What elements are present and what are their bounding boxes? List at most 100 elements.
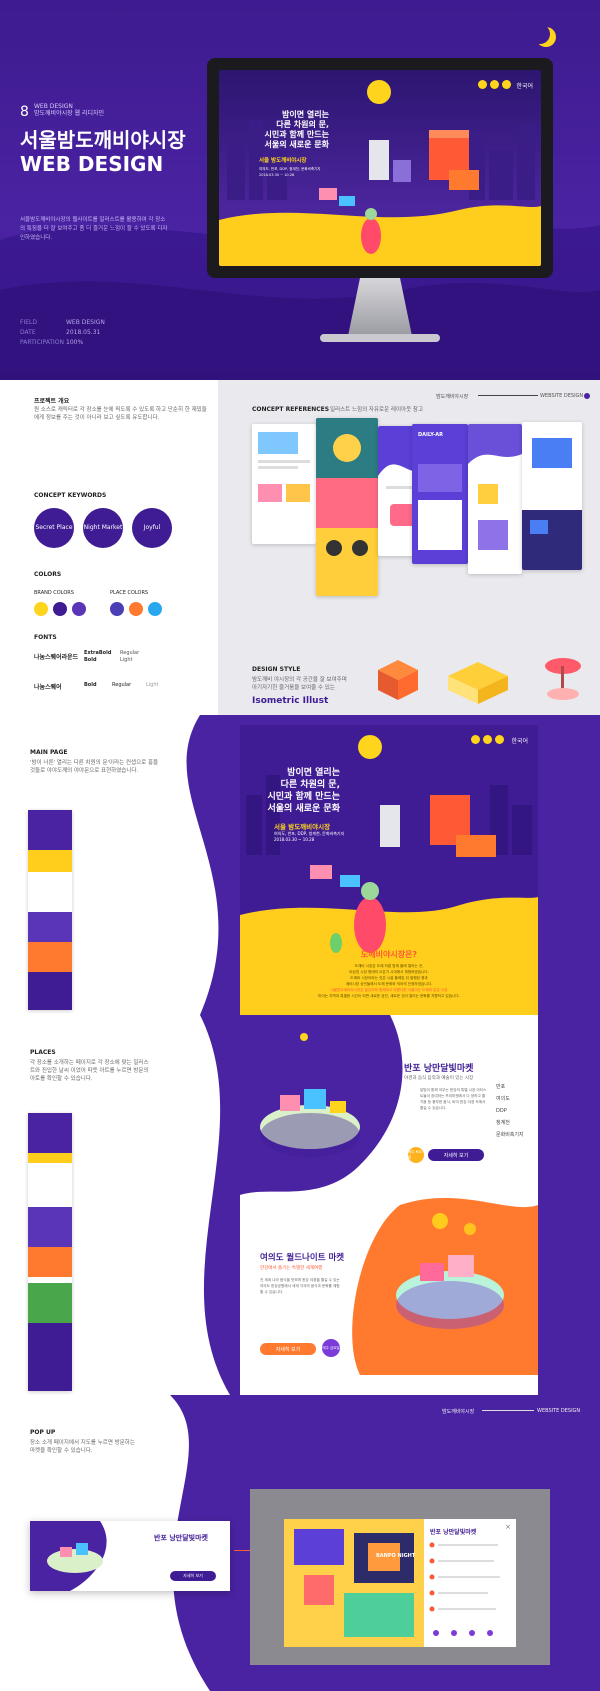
social-links xyxy=(478,80,511,89)
daily-ar-label: DAILY-AR xyxy=(418,432,443,438)
place2-title: 여의도 월드나이트 마켓 xyxy=(260,1253,345,1263)
places-illustration xyxy=(240,1015,538,1375)
place2-detail-button[interactable]: 자세히 보기 xyxy=(260,1343,316,1355)
monitor-stand-base xyxy=(320,334,440,342)
meta-field: FIELD WEB DESIGN xyxy=(20,318,105,328)
popup-text: 장소 소개 페이지에서 지도를 누르면 방문하는 마켓을 확인할 수 있습니다. xyxy=(30,1440,135,1454)
font2-bold: Bold xyxy=(84,682,97,688)
keyword-secret-place: Secret Place xyxy=(34,508,74,548)
twitter-icon[interactable] xyxy=(490,80,499,89)
brand-color-purple xyxy=(53,602,67,616)
main-headline: 밤이면 열리는 다른 차원의 문, 시민과 함께 만드는 서울의 새로운 문화 xyxy=(250,767,340,815)
keyword-night-market: Night Market xyxy=(83,508,123,548)
design-style-emphasis: Isometric Illust xyxy=(252,696,329,706)
screen-subtext: 여의도, 반포, DDP, 청계천, 문화비축기지 2018.03.30 ~ 1… xyxy=(259,166,320,178)
screen-headline: 밤이면 열리는 다른 차원의 문, 시민과 함께 만드는 서울의 새로운 문화 xyxy=(259,110,329,150)
header-divider xyxy=(478,395,538,396)
brand-color-yellow xyxy=(34,602,48,616)
place1-date-badge: 매주 토요일 xyxy=(408,1147,424,1163)
references-title: CONCEPT REFERENCES xyxy=(252,406,330,413)
place2-date-badge: 매주 금요일 xyxy=(322,1339,340,1357)
monitor-screen: 한국어 밤이면 열리는 다른 차원의 문, 시민과 함께 만드는 서울의 새로운… xyxy=(219,70,541,266)
popup-header-label: 밤도깨비야시장 xyxy=(442,1409,475,1415)
reference-thumb-6 xyxy=(522,422,582,570)
place1-detail-button[interactable]: 자세히 보기 xyxy=(428,1149,484,1161)
main-page-mockup: 한국어 밤이면 열리는 다른 차원의 문, 시민과 함께 만드는 서울의 새로운… xyxy=(240,725,538,1015)
concept-section: 프로젝트 개요 원 소스로 캐릭터로 각 장소를 눈에 띄도록 수 있도록 하고… xyxy=(0,380,600,715)
facebook-icon[interactable] xyxy=(502,80,511,89)
places-section: PLACES 각 장소를 소개하는 페이지로 각 장소에 맞는 일러스트와 진입… xyxy=(0,1015,600,1395)
headline-line: 서울의 새로운 문화 xyxy=(264,140,329,149)
facebook-icon[interactable] xyxy=(495,735,504,744)
tag-line-2: 밤도깨비야시장 웹 리디자인 xyxy=(34,110,105,117)
popup-header-divider xyxy=(482,1410,534,1411)
project-number: 8 xyxy=(20,104,29,120)
place-menu-item[interactable]: DDP xyxy=(496,1105,524,1117)
font2-regular: Regular xyxy=(112,682,132,688)
place-menu-item[interactable]: 청계천 xyxy=(496,1117,524,1129)
meta-value: 2018.05.31 xyxy=(66,329,101,336)
language-select[interactable]: 한국어 xyxy=(516,81,533,90)
font1-name: 나눔스퀘어라운드 xyxy=(34,654,79,661)
reference-thumb-2 xyxy=(316,418,378,596)
font1-weight-bold: ExtraBold Bold xyxy=(84,650,111,664)
popup-modal: BANPO NIGHT 반포 낭만달빛마켓 × xyxy=(284,1519,516,1647)
design-style-text: 밤도깨비 야시장의 각 공간을 잘 보여주며 아기자기한 즐거움을 보여줄 수 … xyxy=(252,676,347,692)
place-color-orange xyxy=(129,602,143,616)
place1-title: 반포 낭만달빛마켓 xyxy=(404,1064,474,1074)
style-line: 밤도깨비 야시장의 각 공간을 잘 보여주며 xyxy=(252,677,347,683)
header-dot-icon xyxy=(584,393,590,399)
place2-subtitle: 한강에서 즐기는 특별한 세계여행 xyxy=(260,1266,323,1271)
place-menu-item[interactable]: 반포 xyxy=(496,1081,524,1093)
place1-subtitle: 야경과 음식 음악과 예술이 있는 시장 xyxy=(404,1076,474,1081)
popup-title: POP UP xyxy=(30,1429,56,1436)
place-menu: 반포 여의도 DDP 청계천 문화비축기지 xyxy=(496,1081,524,1141)
meta-key: PARTICIPATION xyxy=(20,339,64,346)
about-text: 도깨비 시장은 도깨 처럼 밤에 몰래 열리는 곳, 비상업 시장 형태의 오픈… xyxy=(240,963,538,999)
main-page-thumbnail xyxy=(28,810,72,1010)
close-icon[interactable]: × xyxy=(505,1523,511,1531)
colors-title: COLORS xyxy=(34,571,62,578)
place2-description: 전 세계 나라 음식을 맛보며 한강 야경을 즐길 수 있는 여의도 한강공원에… xyxy=(260,1278,340,1294)
popup-card-title: 반포 낭만달빛마켓 xyxy=(154,1534,208,1542)
meta-participation: PARTICIPATION 100% xyxy=(20,338,105,348)
hero-description: 서울밤도깨비야시장의 웹사이트를 일러스트를 활용하여 각 장소의 특징을 더 … xyxy=(20,217,168,241)
about-line: 마이는 지역과 특별한 시간이 되면 새로운 공간, 새로운 것이 열리는 문화… xyxy=(318,994,460,998)
brand-color-violet xyxy=(72,602,86,616)
concept-right-panel: 밤도깨비야시장 WEBSITE DESIGN CONCEPT REFERENCE… xyxy=(218,380,600,715)
meta-key: DATE xyxy=(20,329,36,336)
main-subtext: 여의도, 반포, DDP, 청계천, 문화비축기지 2018.03.30 ~ 1… xyxy=(274,831,344,843)
instagram-icon[interactable] xyxy=(478,80,487,89)
meta-value: WEB DESIGN xyxy=(66,319,105,326)
screen-subtitle: 서울 밤도깨비야시장 xyxy=(259,158,307,164)
tag-line-1: WEB DESIGN xyxy=(34,103,73,110)
twitter-icon[interactable] xyxy=(483,735,492,744)
font2-name: 나눔스퀘어 xyxy=(34,684,62,691)
place-menu-item[interactable]: 여의도 xyxy=(496,1093,524,1105)
font2-light: Light xyxy=(146,682,159,688)
subtext-line: 2018.03.30 ~ 10.28 xyxy=(259,173,295,177)
place-color-blue xyxy=(110,602,124,616)
popup-card-button[interactable]: 자세히 보기 xyxy=(170,1571,216,1581)
main-page-section: MAIN PAGE '밤이 너른' 열리는 다른 차원의 문'이라는 컨셉으로 … xyxy=(0,715,600,1015)
subtext-line: 2018.03.30 ~ 10.28 xyxy=(274,837,315,842)
meta-date: DATE 2018.05.31 xyxy=(20,328,105,338)
font-weight: Regular xyxy=(120,650,140,656)
hero-section: 8 WEB DESIGN 밤도깨비야시장 웹 리디자인 서울밤도깨비야시장 WE… xyxy=(0,0,600,380)
font-weight: Light xyxy=(120,657,133,663)
place-menu-item[interactable]: 문화비축기지 xyxy=(496,1129,524,1141)
hero-title: 서울밤도깨비야시장 WEB DESIGN xyxy=(20,128,186,176)
fonts-title: FONTS xyxy=(34,634,57,641)
project-tag: WEB DESIGN 밤도깨비야시장 웹 리디자인 xyxy=(34,103,104,117)
reference-thumb-5 xyxy=(468,424,522,574)
popup-modal-title: 반포 낭만달빛마켓 xyxy=(430,1529,477,1536)
popup-overlay: BANPO NIGHT 반포 낭만달빛마켓 × xyxy=(250,1489,550,1665)
main-page-title: MAIN PAGE xyxy=(30,749,68,756)
header-right-label: WEBSITE DESIGN xyxy=(540,393,584,399)
popup-section: 밤도깨비야시장 WEBSITE DESIGN POP UP 장소 소개 페이지에… xyxy=(0,1395,600,1691)
instagram-icon[interactable] xyxy=(471,735,480,744)
hero-meta: FIELD WEB DESIGN DATE 2018.05.31 PARTICIPA… xyxy=(20,318,105,348)
main-language-select[interactable]: 한국어 xyxy=(511,736,528,745)
keywords-title: CONCEPT KEYWORDS xyxy=(34,492,107,499)
brand-colors-label: BRAND COLORS xyxy=(34,590,74,596)
